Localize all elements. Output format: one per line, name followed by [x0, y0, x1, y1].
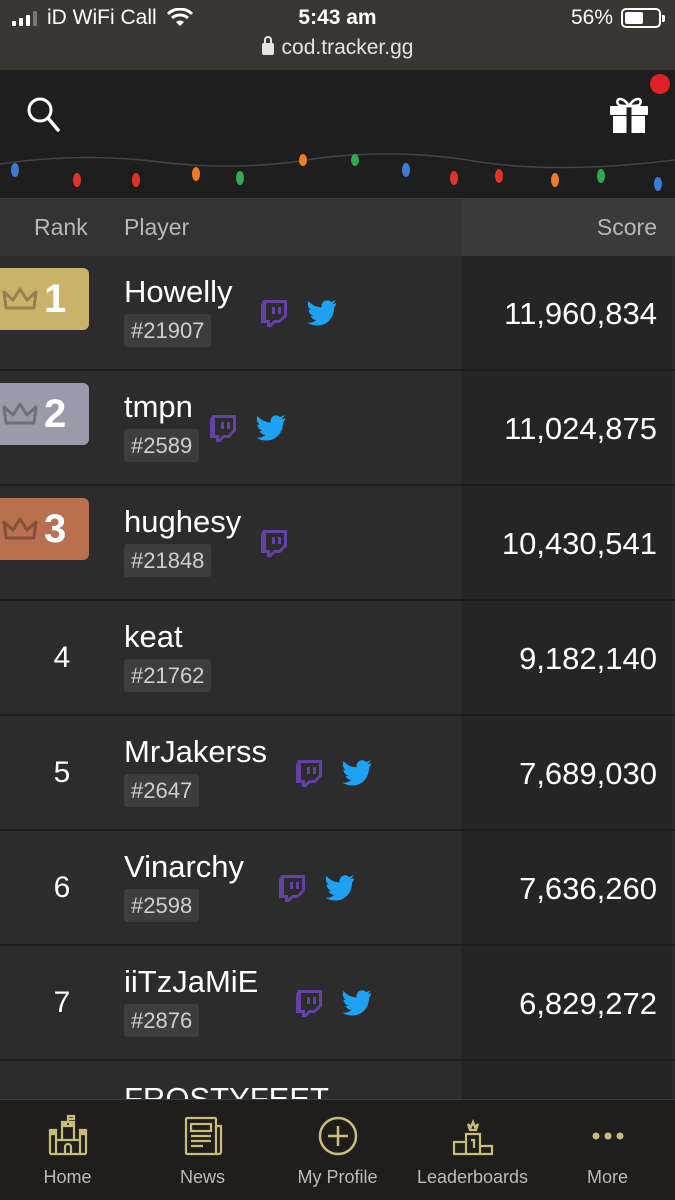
leaderboard-row[interactable]: 2 tmpn #2589 11,024,875	[0, 371, 675, 486]
player-name[interactable]: MrJakerss	[124, 734, 267, 770]
nav-more[interactable]: More	[540, 1100, 675, 1200]
status-bar: iD WiFi Call 5:43 am 56% cod.tracker.gg	[0, 0, 675, 70]
leaderboard-row[interactable]: 1 Howelly #21907 11,960,834	[0, 256, 675, 371]
social-links	[293, 756, 373, 788]
player-tag: #2589	[124, 429, 200, 462]
nav-my-profile[interactable]: My Profile	[270, 1100, 405, 1200]
leaderboard-row[interactable]: 3 hughesy #21848 10,430,541	[0, 486, 675, 601]
nav-label: My Profile	[297, 1167, 378, 1187]
player-tag: #21907	[124, 314, 212, 347]
player-name[interactable]: keat	[124, 619, 183, 655]
podium-icon	[452, 1119, 493, 1156]
nav-label: More	[586, 1167, 628, 1187]
player-tag: #21762	[124, 659, 212, 692]
social-links	[258, 296, 338, 328]
player-score: 11,960,834	[504, 296, 657, 331]
player-name[interactable]: iiTzJaMiE	[124, 964, 258, 1000]
player-score: 9,182,140	[519, 641, 657, 676]
crown-icon	[2, 287, 38, 310]
plus-circle-icon	[318, 1116, 357, 1156]
player-score: 10,430,541	[501, 526, 657, 561]
player-tag: #2598	[124, 889, 200, 922]
player-tag: #21848	[124, 544, 212, 577]
nav-label: Leaderboards	[416, 1167, 529, 1187]
search-icon[interactable]	[24, 94, 64, 134]
twitch-icon[interactable]	[293, 986, 325, 1018]
player-score: 11,024,875	[504, 411, 657, 446]
nav-leaderboards[interactable]: Leaderboards	[405, 1100, 540, 1200]
player-score: 7,636,260	[519, 871, 657, 906]
social-links	[207, 411, 287, 443]
newspaper-icon	[184, 1116, 222, 1156]
twitter-icon[interactable]	[341, 756, 373, 788]
twitch-icon[interactable]	[276, 871, 308, 903]
url-text: cod.tracker.gg	[281, 36, 414, 59]
rank-number: 3	[44, 506, 67, 551]
player-name[interactable]: Howelly	[124, 274, 233, 310]
column-header-rank[interactable]: Rank	[34, 214, 88, 241]
twitch-icon[interactable]	[293, 756, 325, 788]
more-dots-icon	[592, 1132, 623, 1140]
battery-level	[625, 12, 643, 24]
social-links	[258, 526, 290, 558]
player-name[interactable]: Vinarchy	[124, 849, 244, 885]
leaderboard-header: Rank Player Score	[0, 198, 675, 257]
player-score: 6,829,272	[519, 986, 657, 1021]
twitter-icon[interactable]	[341, 986, 373, 1018]
nav-news[interactable]: News	[135, 1100, 270, 1200]
twitter-icon[interactable]	[306, 296, 338, 328]
leaderboard-row[interactable]: 4 keat #21762 9,182,140	[0, 601, 675, 716]
twitter-icon[interactable]	[324, 871, 356, 903]
rank-badge: 2	[0, 383, 89, 445]
player-name[interactable]: FROSTYFEET	[124, 1081, 329, 1101]
player-tag: #2647	[124, 774, 200, 807]
player-name[interactable]: tmpn	[124, 389, 193, 425]
rank-badge: 3	[0, 498, 89, 560]
crown-icon	[2, 517, 38, 540]
column-header-score[interactable]: Score	[597, 214, 657, 241]
christmas-lights-decoration	[0, 153, 675, 191]
nav-home[interactable]: Home	[0, 1100, 135, 1200]
twitch-icon[interactable]	[258, 296, 290, 328]
castle-icon	[48, 1114, 87, 1156]
column-header-player[interactable]: Player	[124, 214, 189, 241]
battery-percent: 56%	[570, 6, 613, 29]
player-tag: #2876	[124, 1004, 200, 1037]
social-links	[293, 986, 373, 1018]
rank-number: 5	[53, 756, 71, 789]
social-links	[276, 871, 356, 903]
rank-number: 2	[44, 391, 67, 436]
app-header	[0, 70, 675, 198]
crown-icon	[2, 402, 38, 425]
leaderboard-row[interactable]: 6 Vinarchy #2598 7,636,260	[0, 831, 675, 946]
lock-icon	[261, 36, 274, 55]
notification-dot	[650, 74, 670, 94]
battery-icon	[621, 8, 665, 28]
twitch-icon[interactable]	[207, 411, 239, 443]
nav-label: Home	[43, 1167, 92, 1187]
bottom-nav: Home News My Profile Leaderboards More	[0, 1099, 675, 1200]
gift-icon[interactable]	[607, 94, 651, 134]
nav-label: News	[179, 1167, 225, 1187]
leaderboard-row[interactable]: FROSTYFEET	[0, 1061, 675, 1101]
rank-badge: 1	[0, 268, 89, 330]
status-right: 56%	[570, 6, 665, 30]
rank-number: 4	[53, 641, 71, 674]
player-name[interactable]: hughesy	[124, 504, 241, 540]
twitch-icon[interactable]	[258, 526, 290, 558]
twitter-icon[interactable]	[255, 411, 287, 443]
rank-number: 7	[53, 986, 71, 1019]
rank-number: 6	[53, 871, 71, 904]
leaderboard-row[interactable]: 7 iiTzJaMiE #2876 6,829,272	[0, 946, 675, 1061]
leaderboard-row[interactable]: 5 MrJakerss #2647 7,689,030	[0, 716, 675, 831]
rank-number: 1	[44, 276, 67, 321]
url-bar[interactable]: cod.tracker.gg	[0, 36, 675, 60]
player-score: 7,689,030	[519, 756, 657, 791]
leaderboard-rows: 1 Howelly #21907 11,960,834 2 tmpn #2589 11,024…	[0, 256, 675, 1101]
